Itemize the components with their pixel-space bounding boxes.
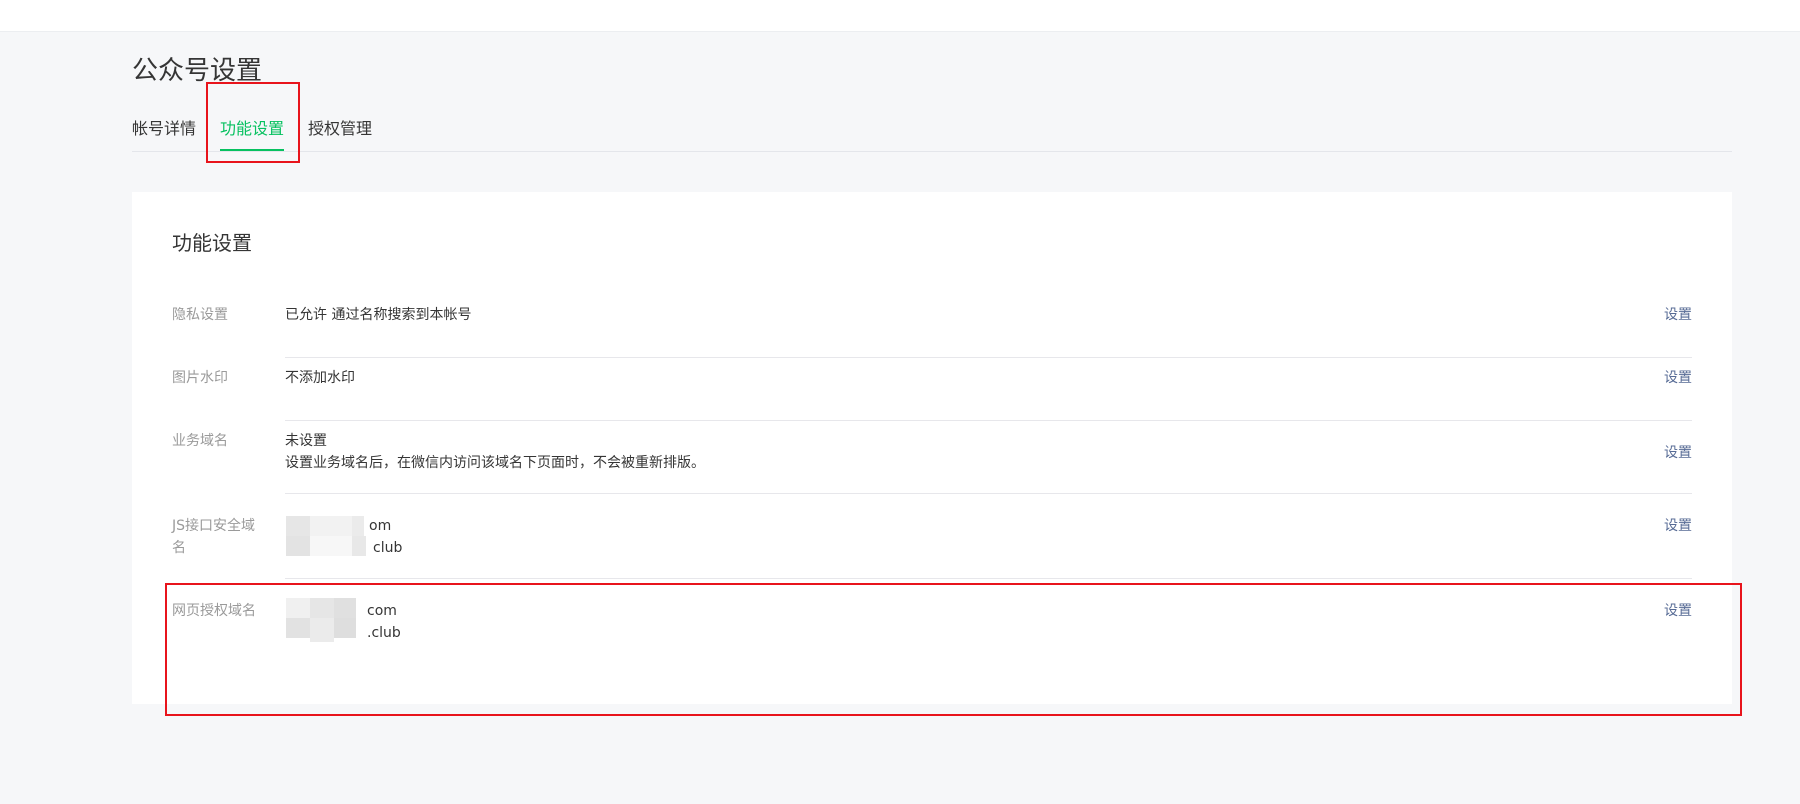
row-divider [285, 357, 1692, 358]
settings-row-watermark: 图片水印 不添加水印 设置 [172, 367, 1692, 421]
oauth-domain-2: .club [367, 625, 401, 641]
row-value: om club [285, 515, 485, 559]
row-value-text: 不添加水印 [285, 370, 355, 386]
business-domain-settings-link[interactable]: 设置 [1664, 442, 1692, 464]
js-domain-settings-link[interactable]: 设置 [1664, 515, 1692, 537]
settings-row-js-domain: JS接口安全域名 om club 设置 [172, 515, 1692, 579]
oauth-domain-settings-link[interactable]: 设置 [1664, 600, 1692, 622]
settings-row-oauth-domain: 网页授权域名 com .club 设置 [172, 598, 1692, 664]
row-label: JS接口安全域名 [172, 518, 256, 556]
row-divider [285, 493, 1692, 494]
row-value: 不添加水印 [285, 367, 355, 389]
settings-row-business-domain: 业务域名 未设置 设置业务域名后，在微信内访问该域名下页面时，不会被重新排版。 … [172, 430, 1692, 494]
watermark-settings-link[interactable]: 设置 [1664, 367, 1692, 389]
row-value: com .club [285, 598, 485, 644]
row-label: 图片水印 [172, 370, 228, 386]
top-bar [0, 0, 1800, 32]
row-divider [285, 420, 1692, 421]
js-domain-2: club [373, 540, 403, 556]
js-domain-1: om [369, 518, 392, 534]
row-label: 网页授权域名 [172, 603, 256, 619]
row-value: 已允许 通过名称搜索到本帐号 [285, 304, 471, 326]
settings-card: 功能设置 隐私设置 已允许 通过名称搜索到本帐号 设置 图片水印 不添加水印 设… [132, 192, 1732, 704]
settings-row-privacy: 隐私设置 已允许 通过名称搜索到本帐号 设置 [172, 304, 1692, 358]
row-divider [285, 578, 1692, 579]
row-value-text: 未设置 [285, 433, 327, 449]
row-value-text: 已允许 通过名称搜索到本帐号 [285, 307, 472, 323]
tab-bar: 帐号详情 功能设置 授权管理 [132, 112, 1732, 152]
tab-feature-settings-label: 功能设置 [220, 119, 285, 138]
row-label: 隐私设置 [172, 307, 228, 323]
row-label: 业务域名 [172, 433, 228, 449]
oauth-domain-1: com [367, 603, 397, 619]
tab-feature-settings[interactable]: 功能设置 [220, 118, 285, 151]
card-title: 功能设置 [172, 231, 252, 255]
privacy-settings-link[interactable]: 设置 [1664, 304, 1692, 326]
page-title: 公众号设置 [132, 56, 263, 86]
active-tab-underline [220, 149, 285, 151]
row-note-text: 设置业务域名后，在微信内访问该域名下页面时，不会被重新排版。 [285, 455, 705, 471]
row-value: 未设置 设置业务域名后，在微信内访问该域名下页面时，不会被重新排版。 [285, 430, 705, 474]
tab-account-details[interactable]: 帐号详情 [132, 118, 196, 140]
tab-authorization-management[interactable]: 授权管理 [308, 118, 372, 140]
